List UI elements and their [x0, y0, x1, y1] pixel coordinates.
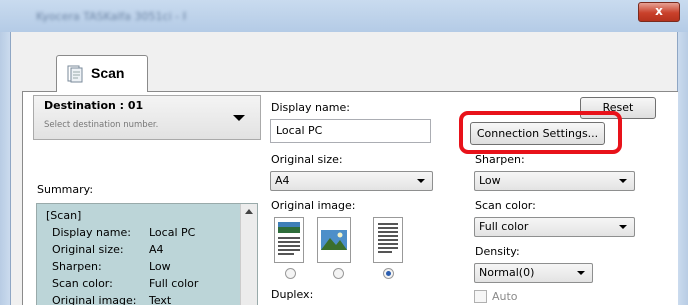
summary-key: Display name:: [52, 226, 131, 239]
original-size-select[interactable]: A4: [270, 171, 433, 191]
text-graphic: [378, 223, 398, 253]
scan-color-label: Scan color:: [475, 199, 536, 212]
dropdown-arrow-icon: [619, 179, 627, 183]
summary-value: Low: [149, 260, 171, 273]
close-button[interactable]: x: [638, 2, 680, 22]
close-icon: x: [655, 4, 663, 18]
summary-key: Original size:: [52, 243, 124, 256]
text-photo-graphic: [278, 222, 300, 255]
sharpen-label: Sharpen:: [475, 153, 525, 166]
title-bar: Kyocera TASKalfa 3051ci - PanelTool x: [0, 0, 688, 33]
destination-hint: Select destination number.: [44, 120, 159, 130]
highlight-annotation: [459, 111, 622, 154]
summary-scrollbar[interactable]: [240, 204, 257, 305]
summary-value: Local PC: [149, 226, 196, 239]
photo-icon[interactable]: [317, 217, 351, 263]
photo-graphic: [321, 230, 347, 250]
sharpen-select[interactable]: Low: [474, 171, 635, 191]
window-right-border: [678, 32, 688, 305]
original-image-label: Original image:: [271, 199, 356, 212]
summary-value: Full color: [149, 277, 199, 290]
dropdown-arrow-icon: [577, 271, 585, 275]
text-icon[interactable]: [373, 217, 403, 263]
auto-label: Auto: [492, 290, 518, 303]
dropdown-arrow-icon: [619, 225, 627, 229]
summary-key: Original image:: [52, 294, 137, 305]
original-image-radio-photo[interactable]: [333, 268, 344, 279]
scan-color-value: Full color: [479, 220, 529, 233]
summary-value: A4: [149, 243, 164, 256]
original-image-radio-text-photo[interactable]: [285, 268, 296, 279]
summary-key: Scan color:: [52, 277, 113, 290]
display-name-label: Display name:: [271, 101, 350, 114]
original-size-value: A4: [275, 174, 290, 187]
summary-row: Sharpen: Low: [37, 260, 237, 276]
scan-color-select[interactable]: Full color: [474, 217, 635, 237]
summary-label: Summary:: [37, 183, 94, 196]
duplex-label: Duplex:: [271, 288, 314, 301]
summary-row: Original size: A4: [37, 243, 237, 259]
dropdown-arrow-icon: [233, 115, 245, 121]
window-left-border: [0, 32, 10, 305]
summary-header: [Scan]: [46, 209, 82, 222]
destination-title: Destination : 01: [44, 99, 144, 112]
summary-key: Sharpen:: [52, 260, 102, 273]
dropdown-arrow-icon: [417, 179, 425, 183]
summary-row: Scan color: Full color: [37, 277, 237, 293]
scroll-up-arrow-icon[interactable]: [245, 209, 253, 214]
tab-scan[interactable]: Scan: [56, 55, 148, 92]
summary-row: Display name: Local PC: [37, 226, 237, 242]
scanner-document-icon: [67, 65, 83, 83]
text-photo-icon[interactable]: [274, 217, 304, 263]
destination-selector[interactable]: Destination : 01 Select destination numb…: [33, 95, 261, 140]
summary-row: Original image: Text: [37, 294, 237, 305]
original-size-label: Original size:: [271, 153, 343, 166]
summary-value: Text: [149, 294, 172, 305]
original-image-radio-text[interactable]: [383, 268, 394, 279]
density-select[interactable]: Normal(0): [474, 263, 593, 283]
density-value: Normal(0): [479, 266, 535, 279]
window-title: Kyocera TASKalfa 3051ci - PanelTool: [36, 10, 186, 22]
display-name-field[interactable]: Local PC: [270, 119, 431, 143]
tab-label: Scan: [91, 65, 125, 81]
auto-checkbox[interactable]: [474, 290, 487, 303]
density-label: Density:: [475, 245, 520, 258]
summary-list[interactable]: [Scan] Display name: Local PC Original s…: [36, 203, 258, 305]
sharpen-value: Low: [479, 174, 501, 187]
